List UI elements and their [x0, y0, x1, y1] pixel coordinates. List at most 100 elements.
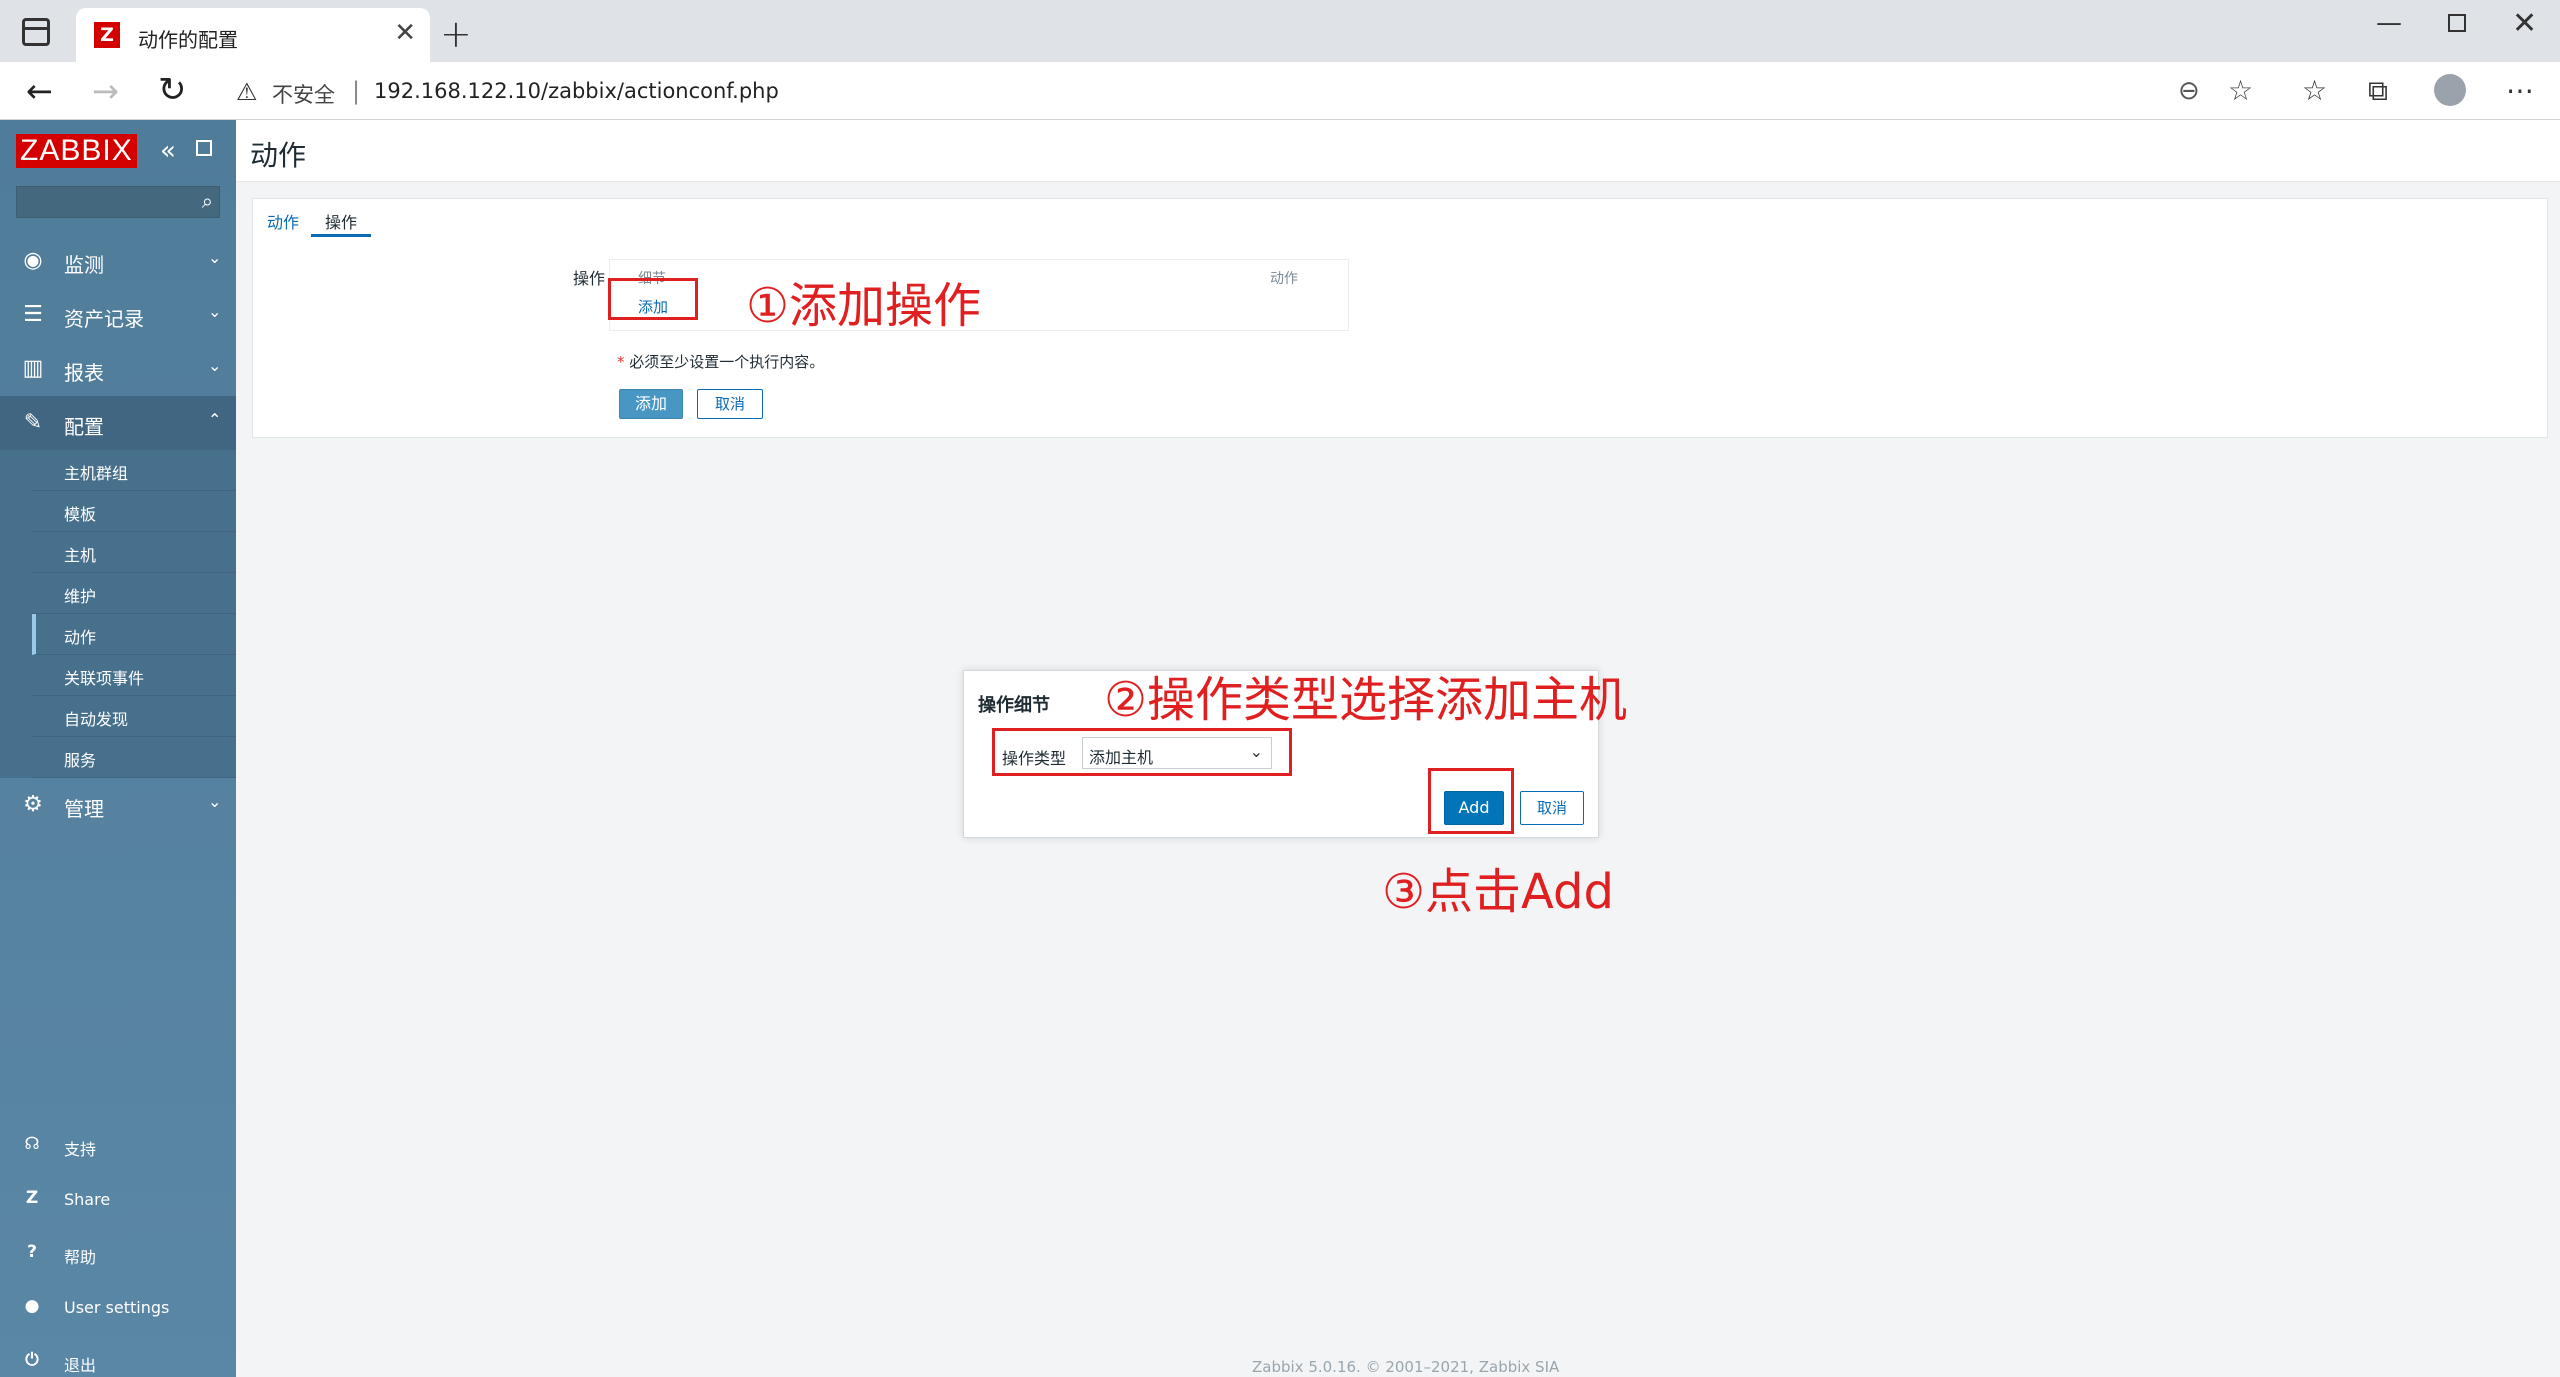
favorites-icon[interactable]: ☆	[2302, 74, 2327, 107]
required-star: *	[617, 353, 630, 371]
submenu-item-hosts[interactable]: 主机	[32, 532, 236, 573]
menu-label: 监测	[64, 253, 104, 277]
url-bar[interactable]: ⚠ 不安全 | 192.168.122.10/zabbix/actionconf…	[218, 68, 2278, 114]
collapse-sidebar-icon[interactable]: «	[160, 136, 176, 166]
submenu-label: 动作	[64, 628, 97, 647]
submenu-label: 关联项事件	[64, 669, 145, 688]
collections-icon[interactable]: ⧉	[2368, 74, 2388, 108]
chevron-down-icon: ⌄	[208, 792, 222, 811]
url-separator: |	[352, 77, 361, 105]
browser-tab-bar: Z 动作的配置 ✕ + — ✕	[0, 0, 2560, 62]
url-text[interactable]: 192.168.122.10/zabbix/actionconf.php	[374, 79, 779, 103]
dialog-title: 操作细节	[978, 695, 1050, 716]
zabbix-share-icon: Z	[25, 1188, 39, 1208]
warning-icon[interactable]: ⚠	[236, 78, 258, 106]
support-label: 支持	[64, 1140, 97, 1159]
menu-item-reports[interactable]: ▥ 报表 ⌄	[0, 342, 236, 396]
tab-operations[interactable]: 操作	[325, 209, 357, 233]
operations-label: 操作	[573, 269, 606, 288]
menu-item-inventory[interactable]: ☰ 资产记录 ⌄	[0, 288, 236, 342]
annotation-box-operation-type	[992, 728, 1292, 776]
menu-item-monitoring[interactable]: ◉ 监测 ⌄	[0, 234, 236, 288]
dialog-cancel-button[interactable]: 取消	[1520, 791, 1584, 825]
help-icon: ?	[27, 1242, 37, 1262]
tab-action[interactable]: 动作	[267, 209, 299, 233]
help-link[interactable]: ? 帮助	[0, 1228, 236, 1282]
close-tab-icon[interactable]: ✕	[394, 18, 416, 48]
action-form-panel: 动作 操作 操作 细节 动作 添加 * 必须至少设置一个执行内容。 添加 取消	[252, 198, 2548, 438]
eye-icon: ◉	[23, 248, 43, 273]
submenu-item-maintenance[interactable]: 维护	[32, 573, 236, 614]
configuration-submenu: 主机群组 模板 主机 维护 动作 关联项事件 自动发现 服务	[0, 450, 236, 778]
cancel-button[interactable]: 取消	[697, 389, 763, 419]
submenu-label: 模板	[64, 505, 97, 524]
new-tab-icon[interactable]: +	[440, 12, 472, 56]
back-icon[interactable]: ←	[26, 72, 53, 110]
annotation-step1: ①添加操作	[746, 278, 982, 334]
more-icon[interactable]: ⋯	[2506, 74, 2534, 107]
submenu-item-host-groups[interactable]: 主机群组	[32, 450, 236, 491]
submenu-item-services[interactable]: 服务	[32, 737, 236, 778]
menu-label: 报表	[64, 361, 104, 385]
required-note: * 必须至少设置一个执行内容。	[617, 351, 824, 372]
browser-tab[interactable]: Z 动作的配置 ✕	[76, 8, 430, 62]
sign-out-link[interactable]: ⏻ 退出	[0, 1336, 236, 1377]
reload-icon[interactable]: ↻	[158, 70, 187, 110]
submenu-label: 服务	[64, 751, 97, 770]
sidebar-bottom-links: ☊ 支持 Z Share ? 帮助 ● User settings ⏻ 退出	[0, 1120, 236, 1377]
share-link[interactable]: Z Share	[0, 1174, 236, 1228]
zabbix-favicon-icon: Z	[94, 22, 120, 48]
support-link[interactable]: ☊ 支持	[0, 1120, 236, 1174]
gear-icon: ⚙	[23, 792, 43, 817]
list-icon: ☰	[23, 302, 43, 327]
annotation-box-add-button	[1428, 768, 1514, 834]
sidebar: ZABBIX « ⌕ ◉ 监测 ⌄ ☰ 资产记录 ⌄ ▥ 报表 ⌄ ✎ 配置 ⌃…	[0, 120, 236, 1377]
chart-icon: ▥	[22, 356, 44, 381]
add-favorite-icon[interactable]: ☆	[2228, 74, 2253, 107]
submenu-label: 维护	[64, 587, 97, 606]
main-menu: ◉ 监测 ⌄ ☰ 资产记录 ⌄ ▥ 报表 ⌄ ✎ 配置 ⌃ 主机群组 模板 主机…	[0, 234, 236, 832]
zoom-icon[interactable]: ⊖	[2178, 76, 2200, 106]
share-label: Share	[64, 1190, 111, 1209]
wrench-icon: ✎	[23, 410, 43, 435]
insecure-label[interactable]: 不安全	[272, 79, 335, 109]
user-settings-link[interactable]: ● User settings	[0, 1282, 236, 1336]
submenu-item-discovery[interactable]: 自动发现	[32, 696, 236, 737]
annotation-box-add-operation	[608, 278, 698, 320]
chevron-down-icon: ⌄	[208, 356, 222, 375]
user-icon: ●	[24, 1296, 40, 1316]
tab-title: 动作的配置	[138, 28, 238, 52]
zabbix-logo[interactable]: ZABBIX	[16, 134, 137, 168]
annotation-step3: ③点击Add	[1382, 864, 1614, 920]
forward-icon[interactable]: →	[92, 72, 119, 110]
add-button[interactable]: 添加	[619, 389, 683, 419]
tab-actions-icon[interactable]	[22, 18, 50, 46]
chevron-down-icon: ⌄	[208, 302, 222, 321]
headset-icon: ☊	[24, 1134, 40, 1154]
profile-avatar[interactable]	[2434, 74, 2466, 106]
menu-item-administration[interactable]: ⚙ 管理 ⌄	[0, 778, 236, 832]
active-tab-indicator	[311, 234, 371, 237]
sidebar-search-input[interactable]: ⌕	[16, 186, 220, 218]
submenu-label: 主机	[64, 546, 97, 565]
maximize-icon[interactable]	[2448, 14, 2466, 32]
required-note-text: 必须至少设置一个执行内容。	[629, 353, 825, 371]
menu-label: 资产记录	[64, 307, 144, 331]
menu-label: 配置	[64, 415, 104, 439]
minimize-icon[interactable]: —	[2376, 8, 2402, 38]
chevron-up-icon: ⌃	[208, 410, 222, 429]
kiosk-mode-icon[interactable]	[196, 140, 212, 156]
submenu-item-templates[interactable]: 模板	[32, 491, 236, 532]
menu-item-configuration[interactable]: ✎ 配置 ⌃	[0, 396, 236, 450]
submenu-item-actions[interactable]: 动作	[32, 614, 236, 655]
menu-label: 管理	[64, 797, 104, 821]
user-settings-label: User settings	[64, 1298, 170, 1317]
sign-out-label: 退出	[64, 1356, 97, 1375]
address-bar-row: ← → ↻ ⚠ 不安全 | 192.168.122.10/zabbix/acti…	[0, 62, 2560, 120]
chevron-down-icon: ⌄	[208, 248, 222, 267]
search-icon[interactable]: ⌕	[202, 189, 213, 213]
submenu-item-event-correlation[interactable]: 关联项事件	[32, 655, 236, 696]
window-close-icon[interactable]: ✕	[2512, 6, 2537, 41]
submenu-label: 自动发现	[64, 710, 129, 729]
footer: Zabbix 5.0.16. © 2001–2021, Zabbix SIA	[1252, 1358, 1560, 1376]
